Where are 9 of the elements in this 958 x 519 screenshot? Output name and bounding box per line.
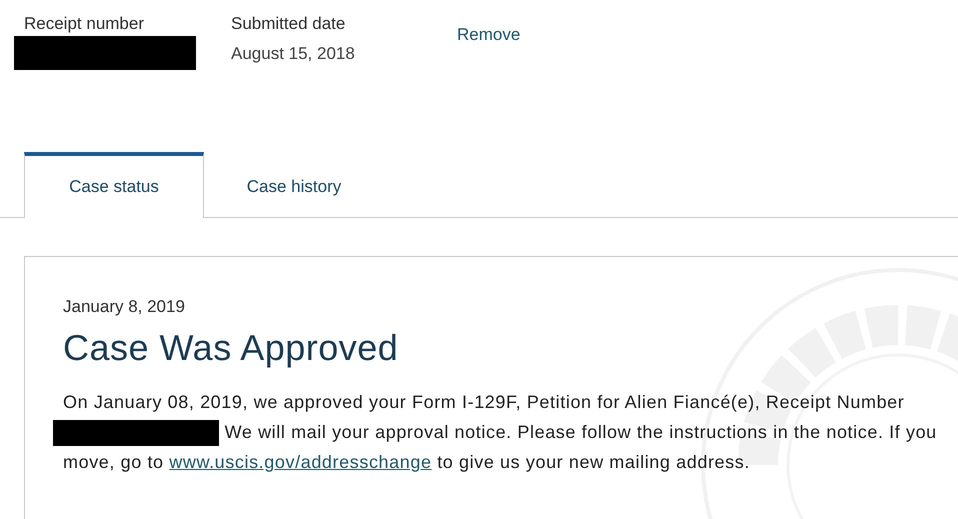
submitted-date-value: August 15, 2018 — [231, 43, 356, 65]
remove-link[interactable]: Remove — [457, 25, 520, 45]
tab[interactable]: Case status — [24, 152, 204, 218]
status-date: January 8, 2019 — [63, 297, 186, 317]
submitted-date-label: Submitted date — [231, 13, 346, 35]
receipt-number-label: Receipt number — [23, 13, 146, 35]
status-title: Case Was Approved — [63, 327, 400, 369]
status-description: On January 08, 2019, we approved your Form I-129F, Petition for Alien Fiancé(e), Receipt Number We will mail your approval notice. Please follow the instructions in the notice. If you move, go to www.uscis.gov/addresschange to give us your new mailing address. — [63, 387, 948, 477]
address-change-link[interactable]: www.uscis.gov/addresschange — [169, 452, 432, 472]
